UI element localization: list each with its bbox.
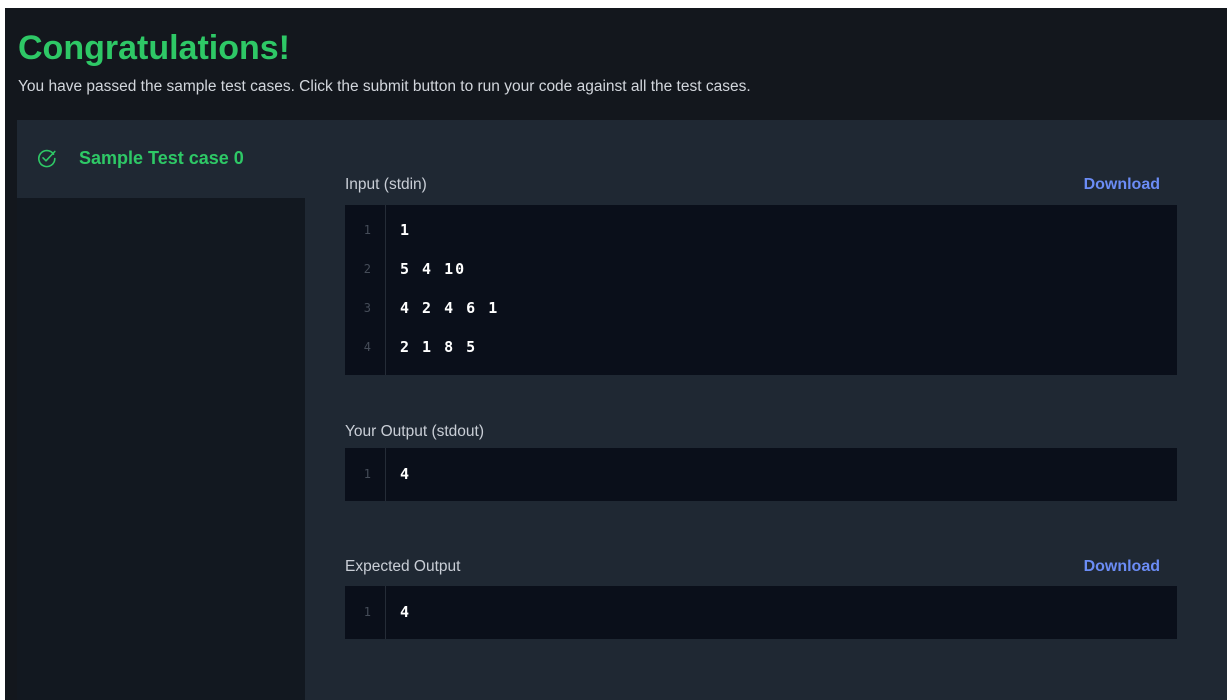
line-number: 4	[363, 340, 371, 354]
test-case-panel: Sample Test case 0 Input (stdin) Downloa…	[17, 120, 1227, 700]
code-text: 4 2 4 6 1	[400, 299, 500, 317]
code-text: 4	[400, 465, 412, 483]
input-label: Input (stdin)	[345, 176, 427, 193]
result-message: You have passed the sample test cases. C…	[18, 78, 751, 95]
code-line: 1 4	[345, 593, 1177, 631]
line-number: 1	[363, 605, 371, 619]
expected-output-download-link[interactable]: Download	[1084, 557, 1160, 577]
code-line: 1 4	[345, 455, 1177, 493]
line-number: 3	[363, 301, 371, 315]
code-line: 1 1	[345, 211, 1177, 249]
code-text: 1	[400, 221, 412, 239]
code-line: 4 2 1 8 5	[345, 328, 1177, 366]
code-text: 2 1 8 5	[400, 338, 478, 356]
code-line: 3 4 2 4 6 1	[345, 289, 1177, 327]
line-number: 1	[363, 223, 371, 237]
input-download-link[interactable]: Download	[1084, 175, 1160, 195]
expected-output-code-block: 1 4	[345, 586, 1177, 639]
tab-label: Sample Test case 0	[79, 148, 244, 168]
expected-output-label: Expected Output	[345, 558, 461, 575]
code-text: 4	[400, 603, 412, 621]
your-output-code-block: 1 4	[345, 448, 1177, 501]
page-frame: Congratulations! You have passed the sam…	[0, 0, 1227, 700]
test-case-sidebar	[17, 198, 305, 700]
input-code-block: 1 1 2 5 4 10 3 4 2 4 6 1 4 2 1 8 5	[345, 205, 1177, 375]
code-line: 2 5 4 10	[345, 250, 1177, 288]
code-text: 5 4 10	[400, 260, 467, 278]
check-circle-icon	[37, 148, 57, 168]
line-number: 1	[363, 467, 371, 481]
line-number: 2	[363, 262, 371, 276]
tab-sample-test-case-0[interactable]: Sample Test case 0	[17, 120, 305, 198]
your-output-label: Your Output (stdout)	[345, 423, 485, 440]
result-container: Congratulations! You have passed the sam…	[5, 8, 1227, 700]
congratulations-title: Congratulations!	[18, 29, 290, 67]
